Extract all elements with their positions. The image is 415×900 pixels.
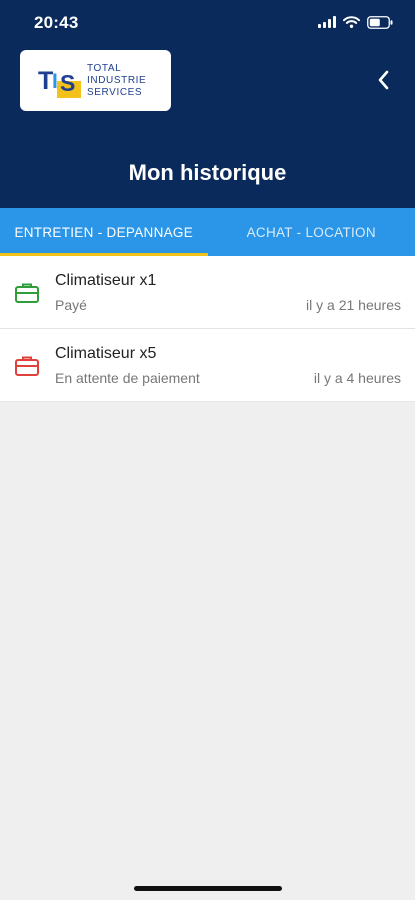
page-title: Mon historique (128, 160, 287, 185)
tis-logo-mark: T I S (38, 67, 81, 98)
company-logo: T I S TOTAL INDUSTRIE SERVICES (20, 50, 171, 111)
item-title: Climatiseur x5 (55, 345, 157, 362)
briefcase-icon (15, 356, 39, 376)
logo-line: TOTAL (87, 63, 122, 74)
status-bar: 20:43 (0, 0, 415, 44)
tab-bar: ENTRETIEN - DEPANNAGE ACHAT - LOCATION (0, 208, 415, 256)
tab-label: ACHAT - LOCATION (246, 224, 376, 240)
chevron-left-icon (378, 70, 389, 90)
battery-icon (367, 15, 393, 29)
home-indicator[interactable] (134, 886, 282, 891)
logo-text: TOTAL INDUSTRIE SERVICES (87, 63, 146, 99)
item-status: Payé (55, 297, 87, 313)
svg-text:I: I (52, 70, 58, 93)
logo-line: SERVICES (87, 87, 143, 98)
item-time: il y a 4 heures (313, 370, 401, 386)
item-status: En attente de paiement (55, 370, 200, 386)
signal-icon (318, 16, 336, 28)
briefcase-icon (15, 283, 39, 303)
tab-entretien-depannage[interactable]: ENTRETIEN - DEPANNAGE (0, 208, 208, 256)
back-button[interactable] (373, 68, 393, 92)
logo-line: INDUSTRIE (87, 75, 147, 86)
header: 20:43 T I S TOTAL INDUSTRIE SERVICES Mon… (0, 0, 415, 208)
svg-text:T: T (38, 67, 53, 95)
status-icons (318, 14, 393, 30)
app-screen: 20:43 T I S TOTAL INDUSTRIE SERVICES Mon… (0, 0, 415, 900)
svg-text:S: S (60, 70, 75, 96)
tab-label: ENTRETIEN - DEPANNAGE (14, 224, 194, 240)
item-time: il y a 21 heures (306, 297, 401, 313)
wifi-icon (343, 16, 360, 28)
item-title: Climatiseur x1 (55, 272, 157, 289)
list-item[interactable]: Climatiseur x5 En attente de paiement il… (0, 329, 415, 402)
list-item[interactable]: Climatiseur x1 Payé il y a 21 heures (0, 256, 415, 329)
tab-achat-location[interactable]: ACHAT - LOCATION (208, 208, 415, 256)
status-time: 20:43 (34, 13, 79, 32)
history-list: Climatiseur x1 Payé il y a 21 heures Cli… (0, 256, 415, 402)
